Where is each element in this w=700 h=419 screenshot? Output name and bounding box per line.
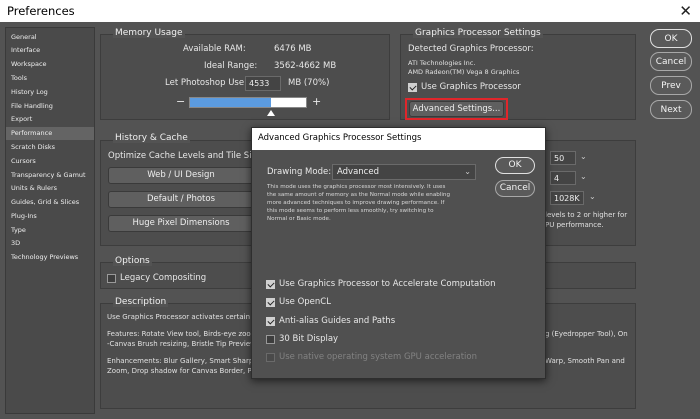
dialog-title-bar: Advanced Graphics Processor Settings (252, 128, 545, 150)
memory-usage-heading: Memory Usage (113, 28, 185, 38)
available-ram-label: Available RAM: (183, 44, 246, 54)
ok-button[interactable]: OK (650, 29, 692, 48)
title-bar: Preferences ✕ (0, 0, 700, 22)
cache-hint-line-1: levels to 2 or higher for (545, 211, 628, 219)
memory-slider-empty (271, 98, 306, 107)
sidebar-item-transparency-gamut[interactable]: Transparency & Gamut (11, 169, 97, 182)
sidebar-item-3d[interactable]: 3D (11, 237, 97, 250)
sidebar-item-history-log[interactable]: History Log (11, 86, 97, 99)
cache-levels-chevron-down-icon[interactable]: ⌄ (580, 172, 587, 181)
increase-memory-icon[interactable]: + (312, 95, 321, 108)
gpu-vendor: ATI Technologies Inc. (408, 59, 476, 67)
accelerate-computation-checkbox[interactable] (266, 280, 275, 289)
mode-description-line-3: more advanced techniques to improve draw… (267, 200, 445, 206)
detected-gpu-label: Detected Graphics Processor: (408, 44, 534, 54)
default-photos-button[interactable]: Default / Photos (108, 191, 254, 208)
advanced-gpu-settings-dialog: Advanced Graphics Processor Settings Dra… (251, 127, 546, 379)
options-heading: Options (113, 256, 152, 266)
dialog-ok-button[interactable]: OK (495, 157, 535, 174)
gpu-model: AMD Radeon(TM) Vega 8 Graphics (408, 68, 520, 76)
memory-unit-label: MB (70%) (288, 78, 330, 88)
graphics-processor-heading: Graphics Processor Settings (413, 28, 543, 38)
30-bit-display-checkbox[interactable] (266, 335, 275, 344)
preferences-window: Preferences ✕ General Interface Workspac… (0, 0, 700, 419)
close-icon[interactable]: ✕ (679, 2, 692, 20)
anti-alias-guides-checkbox[interactable] (266, 317, 275, 326)
drawing-mode-chevron-down-icon: ⌄ (464, 167, 471, 176)
cancel-button[interactable]: Cancel (650, 52, 692, 71)
sidebar-item-file-handling[interactable]: File Handling (11, 100, 97, 113)
let-photoshop-use-label: Let Photoshop Use: (165, 78, 247, 88)
use-gpu-checkbox[interactable] (408, 83, 417, 92)
accelerate-computation-label: Use Graphics Processor to Accelerate Com… (279, 279, 496, 289)
mode-description-line-1: This mode uses the graphics processor mo… (267, 184, 446, 190)
native-gpu-acceleration-checkbox (266, 353, 275, 362)
cache-hint-line-2: PU performance. (545, 221, 604, 229)
web-ui-design-button[interactable]: Web / UI Design (108, 167, 254, 184)
prev-button[interactable]: Prev (650, 76, 692, 95)
30-bit-display-label: 30 Bit Display (279, 334, 339, 344)
legacy-compositing-checkbox[interactable] (107, 274, 116, 283)
description-line-4-right: Warp, Smooth Pan and (545, 357, 625, 365)
sidebar-item-cursors[interactable]: Cursors (11, 155, 97, 168)
use-opencl-checkbox[interactable] (266, 298, 275, 307)
drawing-mode-select[interactable]: Advanced ⌄ (332, 164, 476, 180)
description-line-5: Zoom, Drop shadow for Canvas Border, Pai… (107, 367, 272, 375)
sidebar-item-tools[interactable]: Tools (11, 72, 97, 85)
decrease-memory-icon[interactable]: − (176, 95, 185, 108)
ideal-range-label: Ideal Range: (204, 61, 258, 71)
sidebar-item-units-rulers[interactable]: Units & Rulers (11, 182, 97, 195)
anti-alias-guides-label: Anti-alias Guides and Paths (279, 316, 396, 326)
mode-description-line-5: Normal or Basic mode. (267, 216, 331, 222)
sidebar-item-general[interactable]: General (11, 31, 97, 44)
history-states-chevron-down-icon[interactable]: ⌄ (580, 152, 587, 161)
sidebar-item-type[interactable]: Type (11, 224, 97, 237)
drawing-mode-label: Drawing Mode: (267, 167, 332, 177)
sidebar-item-performance[interactable]: Performance (6, 127, 94, 140)
description-line-1: Use Graphics Processor activates certain… (107, 313, 271, 321)
preferences-sidebar: General Interface Workspace Tools Histor… (5, 27, 95, 414)
sidebar-item-export[interactable]: Export (11, 113, 97, 126)
cache-tile-size-input[interactable]: 1028K (550, 191, 584, 205)
sidebar-item-technology-previews[interactable]: Technology Previews (11, 251, 97, 264)
sidebar-item-interface[interactable]: Interface (11, 44, 97, 57)
sidebar-item-workspace[interactable]: Workspace (11, 58, 97, 71)
description-line-3: -Canvas Brush resizing, Bristle Tip Prev… (107, 340, 268, 348)
mode-description-line-4: this mode seems to perform less smoothly… (267, 208, 434, 214)
memory-amount-input[interactable]: 4533 (245, 76, 281, 91)
cache-levels-input[interactable]: 4 (550, 171, 576, 185)
sidebar-item-guides-grid-slices[interactable]: Guides, Grid & Slices (11, 196, 97, 209)
description-line-2-right: g (Eyedropper Tool), On (545, 330, 628, 338)
optimize-cache-label: Optimize Cache Levels and Tile Size f (108, 151, 267, 161)
huge-pixel-dimensions-button[interactable]: Huge Pixel Dimensions (108, 215, 254, 232)
sidebar-item-scratch-disks[interactable]: Scratch Disks (11, 141, 97, 154)
drawing-mode-value: Advanced (337, 167, 379, 177)
dialog-title: Advanced Graphics Processor Settings (258, 133, 422, 143)
available-ram-value: 6476 MB (274, 44, 312, 54)
sidebar-item-plug-ins[interactable]: Plug-Ins (11, 210, 97, 223)
description-heading: Description (113, 297, 169, 307)
advanced-settings-button[interactable]: Advanced Settings... (409, 101, 504, 117)
use-gpu-label: Use Graphics Processor (421, 82, 521, 92)
tile-size-chevron-down-icon[interactable]: ⌄ (589, 192, 596, 201)
description-line-4: Enhancements: Blur Gallery, Smart Sharpe… (107, 357, 271, 365)
window-title: Preferences (7, 4, 75, 18)
description-line-2: Features: Rotate View tool, Birds-eye zo… (107, 330, 271, 338)
next-button[interactable]: Next (650, 100, 692, 119)
use-opencl-label: Use OpenCL (279, 297, 331, 307)
legacy-compositing-label: Legacy Compositing (120, 273, 207, 283)
history-cache-heading: History & Cache (113, 133, 190, 143)
ideal-range-value: 3562-4662 MB (274, 61, 337, 71)
native-gpu-acceleration-label: Use native operating system GPU accelera… (279, 352, 477, 362)
history-states-input[interactable]: 50 (550, 151, 576, 165)
dialog-cancel-button[interactable]: Cancel (495, 180, 535, 197)
mode-description-line-2: the same amount of memory as the Normal … (267, 192, 451, 198)
memory-slider-thumb[interactable] (267, 110, 275, 116)
memory-slider[interactable] (189, 97, 307, 108)
memory-slider-fill (190, 98, 271, 107)
